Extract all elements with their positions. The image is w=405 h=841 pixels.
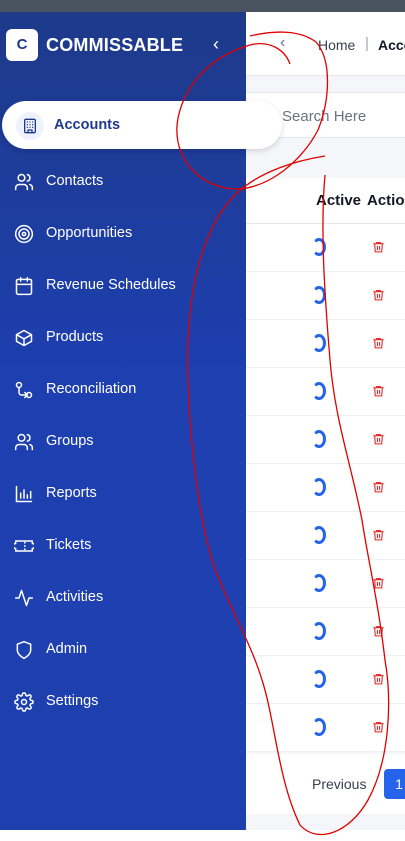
search-input[interactable]	[282, 102, 405, 130]
sidebar-item-label: Opportunities	[46, 225, 133, 241]
table-row	[246, 416, 405, 464]
target-icon	[14, 224, 34, 244]
git-compare-icon	[15, 381, 33, 399]
column-header-actions: Actions	[367, 192, 405, 209]
trash-icon[interactable]	[372, 336, 385, 350]
active-toggle[interactable]	[312, 574, 326, 592]
active-toggle[interactable]	[312, 478, 326, 496]
active-toggle[interactable]	[312, 526, 326, 544]
trash-icon[interactable]	[372, 288, 385, 302]
table-row	[246, 704, 405, 752]
table-row	[246, 512, 405, 560]
window-top-bar	[0, 0, 405, 12]
sidebar-item-label: Contacts	[46, 173, 104, 189]
bottom-strip	[0, 830, 405, 841]
chevron-left-icon[interactable]: ‹	[280, 34, 285, 52]
sidebar-item-label: Tickets	[46, 537, 92, 553]
sidebar-item-contacts[interactable]: Contacts	[0, 162, 246, 202]
trash-icon[interactable]	[372, 384, 385, 398]
sidebar-item-label: Reports	[46, 485, 97, 501]
trash-icon[interactable]	[372, 432, 385, 446]
column-header-active[interactable]: Active	[316, 192, 361, 209]
active-toggle[interactable]	[312, 286, 326, 304]
active-toggle[interactable]	[312, 238, 326, 256]
sidebar-item-accounts[interactable]: Accounts	[2, 101, 282, 149]
table-row	[246, 656, 405, 704]
active-toggle[interactable]	[312, 670, 326, 688]
sidebar-item-label: Groups	[46, 433, 94, 449]
sidebar-item-reconciliation[interactable]: Reconciliation	[0, 370, 246, 410]
gear-icon	[14, 692, 34, 712]
users-icon	[14, 173, 34, 191]
trash-icon[interactable]	[372, 480, 385, 494]
sidebar-item-label: Reconciliation	[46, 381, 137, 397]
active-toggle[interactable]	[312, 718, 326, 736]
sidebar-item-opportunities[interactable]: Opportunities	[0, 214, 246, 254]
sidebar: C COMMISSABLE ‹ Accounts Contacts Opport…	[0, 12, 282, 830]
active-toggle[interactable]	[312, 334, 326, 352]
ticket-icon	[14, 540, 34, 552]
sidebar-item-label: Activities	[46, 589, 104, 605]
sidebar-item-label: Products	[46, 329, 104, 345]
breadcrumb: ‹ Home | Accounts	[246, 12, 405, 76]
table-row	[246, 560, 405, 608]
brand-header: C COMMISSABLE ‹	[0, 12, 246, 84]
sidebar-item-activities[interactable]: Activities	[0, 578, 246, 618]
icon-badge	[16, 112, 44, 140]
users-group-icon	[14, 433, 34, 451]
trash-icon[interactable]	[372, 240, 385, 254]
pagination: Previous 1	[246, 754, 405, 814]
trash-icon[interactable]	[372, 576, 385, 590]
table-row	[246, 320, 405, 368]
sidebar-item-revenue-schedules[interactable]: Revenue Schedules	[0, 266, 246, 306]
calendar-icon	[15, 276, 33, 296]
sidebar-item-products[interactable]: Products	[0, 318, 246, 358]
active-toggle[interactable]	[312, 430, 326, 448]
table-row	[246, 272, 405, 320]
trash-icon[interactable]	[372, 624, 385, 638]
sidebar-item-reports[interactable]: Reports	[0, 474, 246, 514]
table-row	[246, 464, 405, 512]
trash-icon[interactable]	[372, 672, 385, 686]
sidebar-item-tickets[interactable]: Tickets	[0, 526, 246, 566]
building-icon	[24, 118, 36, 134]
shield-icon	[16, 640, 32, 660]
brand-logo[interactable]: C	[6, 29, 38, 61]
trash-icon[interactable]	[372, 528, 385, 542]
chevron-left-icon: ‹	[213, 33, 219, 54]
sidebar-item-label: Admin	[46, 641, 88, 657]
box-icon	[15, 329, 33, 347]
bar-chart-icon	[15, 485, 33, 503]
sidebar-item-admin[interactable]: Admin	[0, 630, 246, 670]
page-number-button[interactable]: 1	[384, 769, 405, 799]
sidebar-item-label: Accounts	[54, 117, 121, 133]
active-toggle[interactable]	[312, 622, 326, 640]
brand-name: COMMISSABLE	[46, 35, 184, 55]
activity-icon	[14, 589, 34, 607]
table-row	[246, 608, 405, 656]
trash-icon[interactable]	[372, 720, 385, 734]
collapse-sidebar-button[interactable]: ‹	[206, 32, 226, 56]
table-header: Active Actions	[246, 178, 405, 224]
breadcrumb-current: Accounts	[378, 37, 405, 53]
table-row	[246, 224, 405, 272]
breadcrumb-separator: |	[365, 35, 369, 52]
previous-page-button[interactable]: Previous	[312, 776, 366, 792]
table-row	[246, 368, 405, 416]
sidebar-item-label: Revenue Schedules	[46, 277, 176, 293]
breadcrumb-home-link[interactable]: Home	[318, 37, 355, 53]
sidebar-item-label: Settings	[46, 693, 99, 709]
sidebar-item-groups[interactable]: Groups	[0, 422, 246, 462]
active-toggle[interactable]	[312, 382, 326, 400]
sidebar-item-settings[interactable]: Settings	[0, 682, 246, 722]
